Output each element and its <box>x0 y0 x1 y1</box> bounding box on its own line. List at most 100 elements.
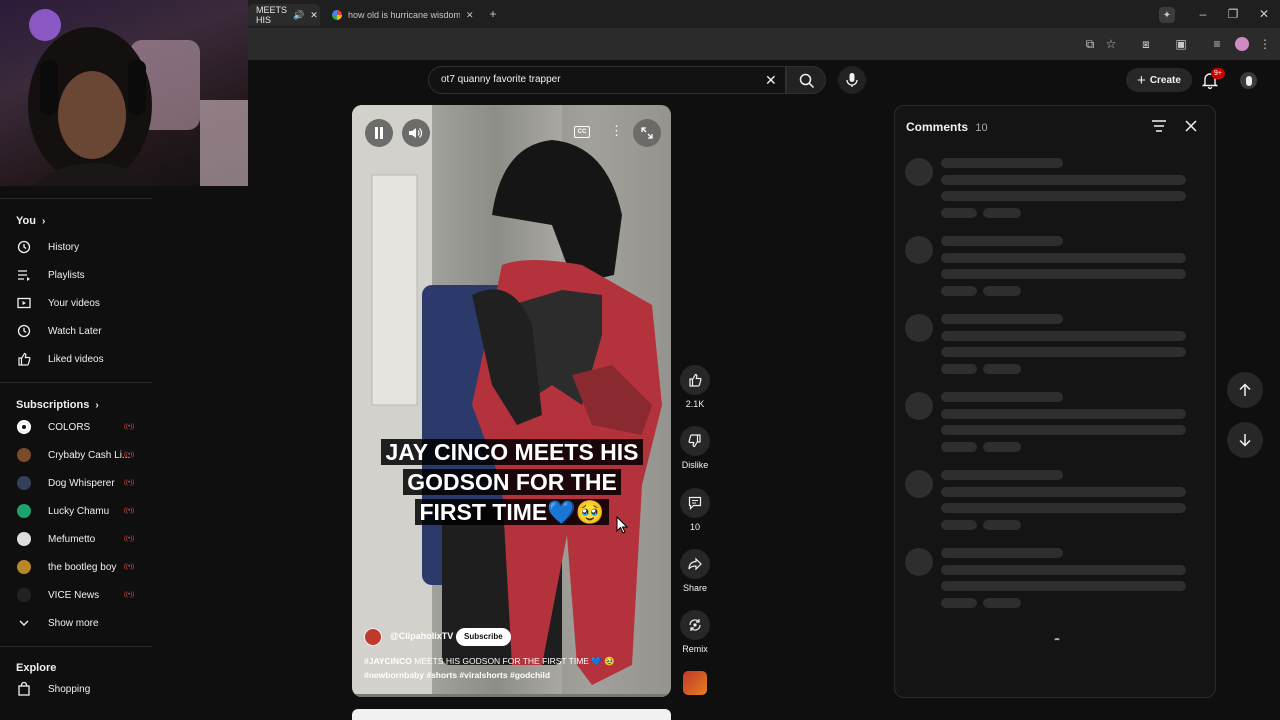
progress-bar[interactable] <box>352 694 671 697</box>
sidebar-item-label: Shopping <box>48 683 91 695</box>
extensions-icon[interactable]: ⧆ <box>1139 37 1153 51</box>
comments-title-text: Comments <box>906 120 969 134</box>
live-indicator-icon: ((•)) <box>124 564 135 570</box>
next-short-button[interactable] <box>1227 422 1263 458</box>
profile-avatar[interactable] <box>1235 37 1249 51</box>
skeleton-line <box>941 175 1186 185</box>
sidebar-subscription-item[interactable]: VICE News ((•)) <box>0 581 160 609</box>
sidebar-item-label: Liked videos <box>48 353 104 365</box>
sidebar-item-watch-later[interactable]: Watch Later <box>0 317 160 345</box>
shorts-video-player[interactable]: CC ⋮ JAY CINCO MEETS HIS GODSON FOR THE … <box>352 105 671 697</box>
hashtag-links[interactable]: #newbornbaby #shorts #viralshorts #godch… <box>364 670 550 680</box>
sidebar-item-label: the bootleg boy <box>48 561 117 573</box>
sidebar-item-label: VICE News <box>48 589 100 601</box>
previous-short-button[interactable] <box>1227 372 1263 408</box>
show-more-button[interactable]: Show more <box>0 609 160 637</box>
your-videos-icon <box>16 295 32 311</box>
tab-title: MEETS HIS <box>256 5 288 25</box>
live-indicator-icon: ((•)) <box>124 592 135 598</box>
expand-icon <box>641 127 653 139</box>
sidebar-item-label: Dog Whisperer <box>48 477 115 489</box>
close-icon[interactable] <box>1185 120 1197 132</box>
sidebar-you-header[interactable]: You › <box>0 213 160 229</box>
chevron-down-icon <box>16 615 32 631</box>
share-button[interactable]: Share <box>680 549 710 593</box>
sidebar-subscription-item[interactable]: COLORS ((•)) <box>0 413 160 441</box>
like-count: 2.1K <box>685 399 705 409</box>
tab-close-icon[interactable]: ✕ <box>466 10 474 21</box>
skeleton-avatar <box>905 470 933 498</box>
sidebar-item-label: Crybaby Cash Li... <box>48 449 131 461</box>
dislike-button[interactable]: Dislike <box>680 426 710 470</box>
live-indicator-icon: ((•)) <box>124 480 135 486</box>
install-app-icon[interactable]: ⧉ <box>1083 37 1097 51</box>
new-tab-icon[interactable]: + <box>486 7 500 21</box>
skeleton-line <box>983 442 1021 452</box>
sidebar-item-playlists[interactable]: Playlists <box>0 261 160 289</box>
search-button[interactable] <box>786 66 826 94</box>
audio-track-thumbnail[interactable] <box>683 671 707 695</box>
share-label: Share <box>682 583 708 593</box>
sparkle-icon[interactable]: ✦ <box>1159 7 1175 23</box>
create-button[interactable]: + Create <box>1126 68 1192 92</box>
search-icon <box>799 73 815 89</box>
tab-search-icon[interactable]: ▣ <box>1174 37 1188 51</box>
channel-avatar[interactable] <box>364 628 382 646</box>
restore-icon[interactable]: ❐ <box>1226 7 1240 21</box>
fullscreen-button[interactable] <box>633 119 661 147</box>
next-short-preview[interactable] <box>352 709 671 720</box>
sidebar-item-liked-videos[interactable]: Liked videos <box>0 345 160 373</box>
create-label: Create <box>1149 74 1181 86</box>
comments-button[interactable]: 10 <box>680 488 710 532</box>
voice-search-button[interactable] <box>838 66 866 94</box>
volume-button[interactable] <box>402 119 430 147</box>
sidebar-item-your-videos[interactable]: Your videos <box>0 289 160 317</box>
skeleton-line <box>941 191 1186 201</box>
subscribe-button[interactable]: Subscribe <box>456 628 511 646</box>
sidebar-item-label: Playlists <box>48 269 85 281</box>
browser-tab-active[interactable]: MEETS HIS 🔊 ✕ <box>248 4 320 26</box>
tab-close-icon[interactable]: ✕ <box>310 10 318 21</box>
sidebar-item-history[interactable]: History <box>0 233 160 261</box>
sidebar-subscription-item[interactable]: Crybaby Cash Li... ((•)) <box>0 441 160 469</box>
skeleton-line <box>941 520 977 530</box>
skeleton-line <box>941 364 977 374</box>
account-avatar[interactable] <box>1240 72 1257 89</box>
closed-captions-button[interactable]: CC <box>574 126 590 138</box>
browser-tab[interactable]: how old is hurricane wisdom - ✕ <box>324 4 484 26</box>
sidebar-item-shopping[interactable]: Shopping <box>0 675 160 703</box>
subscriptions-list: COLORS ((•)) Crybaby Cash Li... ((•)) Dog Wh… <box>0 413 160 609</box>
sidebar-item-label: Lucky Chamu <box>48 505 110 517</box>
minimize-icon[interactable]: – <box>1196 7 1210 21</box>
channel-name[interactable]: @ClipaholixTV <box>390 631 453 641</box>
sidebar-subscription-item[interactable]: Mefumetto ((•)) <box>0 525 160 553</box>
pause-button[interactable] <box>365 119 393 147</box>
notifications-button[interactable]: 9+ <box>1201 68 1225 90</box>
sidebar-subscriptions-header[interactable]: Subscriptions › <box>0 397 160 413</box>
skeleton-line <box>941 347 1186 357</box>
caption-text: JAY CINCO MEETS HIS GODSON FOR THE FIRST… <box>381 439 643 525</box>
like-button[interactable]: 2.1K <box>680 365 710 409</box>
sidebar-item-label: History <box>48 241 80 253</box>
bookmark-star-icon[interactable]: ☆ <box>1104 37 1118 51</box>
skeleton-line <box>941 487 1186 497</box>
comments-title: Comments 10 <box>906 120 988 134</box>
close-window-icon[interactable]: ✕ <box>1257 7 1271 21</box>
skeleton-line <box>941 392 1063 402</box>
sidebar-subscription-item[interactable]: Lucky Chamu ((•)) <box>0 497 160 525</box>
channel-avatar <box>16 587 32 603</box>
skeleton-line <box>941 208 977 218</box>
hashtag-link[interactable]: #JAYCINCO <box>364 656 412 666</box>
sort-icon[interactable] <box>1152 120 1166 132</box>
remix-button[interactable]: Remix <box>680 610 710 654</box>
browser-menu-icon[interactable]: ⋮ <box>1258 37 1272 51</box>
sidebar-subscription-item[interactable]: the bootleg boy ((•)) <box>0 553 160 581</box>
media-icon[interactable]: ≡ <box>1210 37 1224 51</box>
skeleton-line <box>983 520 1021 530</box>
search-input[interactable]: ot7 quanny favorite trapper ✕ <box>428 66 786 94</box>
skeleton-avatar <box>905 392 933 420</box>
clear-search-icon[interactable]: ✕ <box>765 67 777 93</box>
more-options-icon[interactable]: ⋮ <box>610 123 623 139</box>
remix-label: Remix <box>682 644 708 654</box>
sidebar-subscription-item[interactable]: Dog Whisperer ((•)) <box>0 469 160 497</box>
